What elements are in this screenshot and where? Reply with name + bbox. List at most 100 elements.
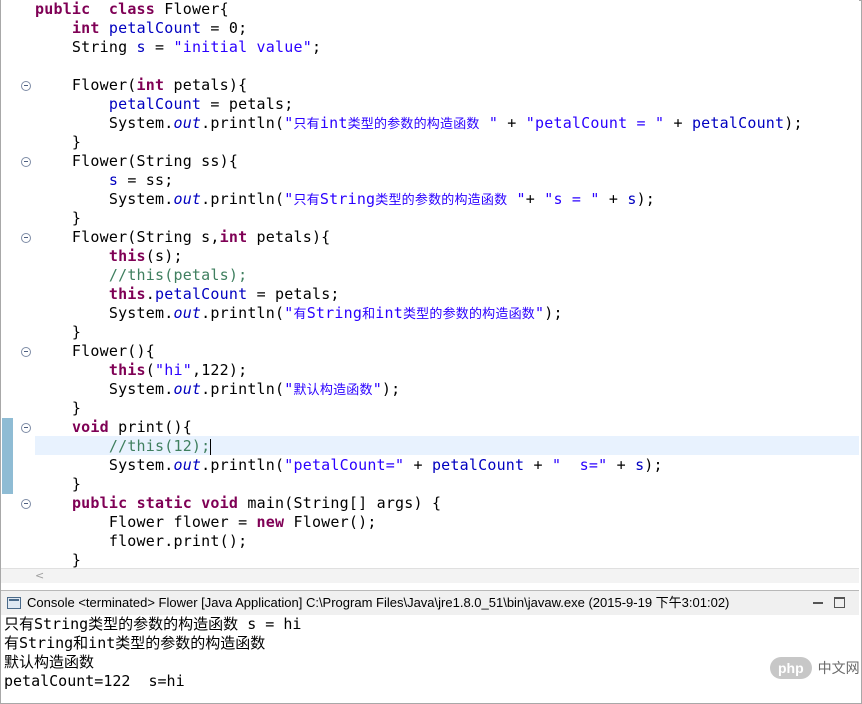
code-token: Flower(String s, (35, 228, 220, 246)
code-token: this (108, 247, 146, 265)
code-token: } (35, 133, 82, 151)
code-token: = 0; (201, 19, 248, 37)
code-token: 类型的参数的构造函数 (375, 193, 508, 208)
code-line: this(s); (35, 247, 183, 266)
fold-icon[interactable] (21, 499, 31, 509)
code-token: public (71, 494, 128, 512)
watermark-badge: php (770, 657, 812, 679)
fold-icon[interactable] (21, 347, 31, 357)
code-editor[interactable]: public class Flower{ int petalCount = 0;… (1, 0, 859, 568)
maximize-icon[interactable] (834, 597, 845, 608)
code-token: out (173, 456, 202, 474)
code-token: //this(petals); (108, 266, 248, 284)
code-line: } (35, 323, 81, 342)
code-token: System. (35, 114, 174, 132)
code-token: void (71, 418, 109, 436)
code-token: //this(12); (108, 437, 211, 455)
console-title-bar: Console <terminated> Flower [Java Applic… (27, 591, 729, 615)
code-token: = petals; (247, 285, 340, 303)
code-token: Flower( (35, 76, 137, 94)
code-token: + (404, 456, 432, 474)
code-token: int (319, 114, 348, 132)
code-token: "hi" (155, 361, 192, 379)
scroll-left-icon[interactable]: < (35, 569, 44, 583)
code-token: petalCount (108, 19, 202, 37)
code-token: ); (544, 304, 563, 322)
code-token: int (136, 76, 165, 94)
code-token: " (479, 114, 499, 132)
code-token: 类型的参数的构造函数 (347, 117, 480, 132)
code-token: + (599, 190, 628, 208)
code-token: + (607, 456, 636, 474)
code-token: "initial value" (173, 38, 312, 56)
code-token: String (306, 304, 363, 322)
code-token: System. (35, 380, 174, 398)
code-token: int (375, 304, 403, 322)
code-token: "petalCount=" (284, 456, 405, 474)
code-line: petalCount = petals; (35, 95, 293, 114)
code-line: Flower(String ss){ (35, 152, 238, 171)
code-token: petalCount (431, 456, 525, 474)
code-token: Flower(){ (35, 342, 155, 360)
fold-icon[interactable] (21, 81, 31, 91)
code-token: } (35, 399, 82, 417)
code-token: + (525, 190, 545, 208)
code-line: public static void main(String[] args) { (35, 494, 441, 513)
code-token: petalCount (691, 114, 785, 132)
code-token: System. (35, 456, 174, 474)
code-token: s (635, 456, 645, 474)
code-token: this (108, 361, 146, 379)
code-token: 和 (362, 307, 376, 322)
code-token: "petalCount = " (525, 114, 665, 132)
code-token: out (173, 304, 202, 322)
fold-icon[interactable] (21, 423, 31, 433)
code-token: } (35, 551, 82, 568)
code-token: String (35, 38, 137, 56)
code-line: } (35, 475, 81, 494)
code-token: int (71, 19, 100, 37)
left-ruler (1, 0, 17, 568)
code-line: Flower(String s,int petals){ (35, 228, 330, 247)
code-token: ( (145, 361, 156, 379)
code-token: ); (784, 114, 803, 132)
code-token: = petals; (201, 95, 294, 113)
horizontal-scrollbar[interactable]: < (1, 568, 859, 583)
console-launch-info: <terminated> Flower [Java Application] C… (78, 595, 730, 610)
code-token: Flower(String ss){ (35, 152, 239, 170)
code-token: s (627, 190, 637, 208)
console-tab-label[interactable]: Console (27, 595, 75, 610)
code-token: out (173, 380, 202, 398)
fold-icon[interactable] (21, 233, 31, 243)
code-token: System. (35, 190, 174, 208)
code-line: System.out.println("只有int类型的参数的构造函数 " + … (35, 114, 803, 133)
code-token: flower.print(); (35, 532, 248, 550)
code-token: out (173, 190, 202, 208)
code-token: "s = " (544, 190, 600, 208)
code-token: 类型的参数的构造函数 (402, 307, 535, 322)
code-line: Flower flower = new Flower(); (35, 513, 377, 532)
code-token: 默认构造函数 (293, 383, 373, 398)
code-line: System.out.println("petalCount=" + petal… (35, 456, 663, 475)
code-token: new (256, 513, 285, 531)
code-token: int (219, 228, 248, 246)
code-token: class (108, 0, 156, 18)
code-line: s = ss; (35, 171, 173, 190)
code-line: this.petalCount = petals; (35, 285, 340, 304)
code-line: flower.print(); (35, 532, 247, 551)
code-line: } (35, 209, 81, 228)
code-token: " (507, 190, 526, 208)
console-output[interactable]: 只有String类型的参数的构造函数 s = hi 有String和int类型的… (1, 615, 859, 702)
code-token: Flower{ (155, 0, 229, 18)
code-token: print(){ (108, 418, 192, 436)
minimize-icon[interactable] (813, 602, 823, 604)
fold-icon[interactable] (21, 157, 31, 167)
code-token: ,122); (191, 361, 248, 379)
